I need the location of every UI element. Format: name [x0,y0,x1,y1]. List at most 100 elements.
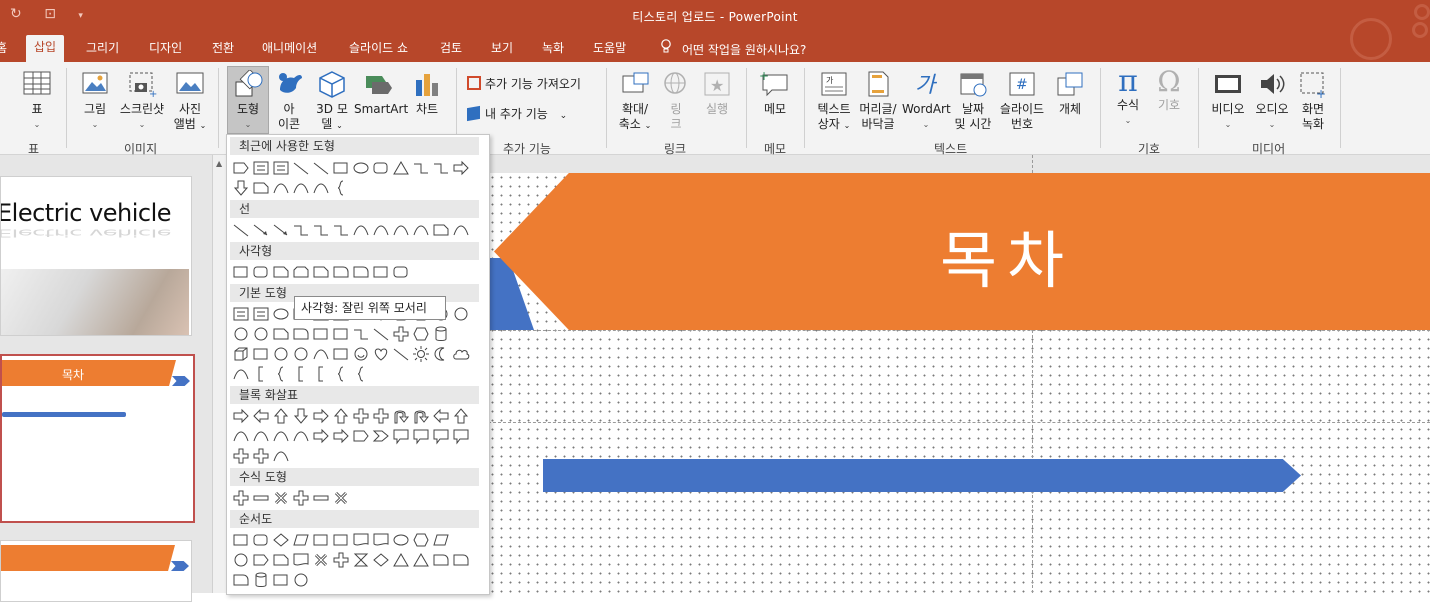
shapes-button[interactable]: 도형 ⌄ [227,66,269,134]
shape-snip-icon[interactable] [432,221,450,239]
shape-plus-icon[interactable] [232,489,250,507]
shape-sun-icon[interactable] [412,345,430,363]
shape-smile-icon[interactable] [352,345,370,363]
action-button[interactable]: ★ 실행 [700,70,734,117]
shape-snip-icon[interactable] [252,179,270,197]
shape-curve-icon[interactable] [272,447,290,465]
shape-plus-icon[interactable] [352,407,370,425]
content-blue-arrow[interactable] [543,459,1301,492]
shape-rect-icon[interactable] [332,531,350,549]
shape-darrow-icon[interactable] [232,179,250,197]
icons-button[interactable]: 아 이콘 [273,70,305,132]
shape-curve-icon[interactable] [412,221,430,239]
shape-rect-icon[interactable] [232,531,250,549]
shape-textbox-icon[interactable] [272,159,290,177]
shape-rect-icon[interactable] [332,345,350,363]
shape-mult-icon[interactable] [312,551,330,569]
shape-brace-icon[interactable] [352,365,370,383]
shape-arrowline-icon[interactable] [272,221,290,239]
tab-home[interactable]: 홈 [0,39,7,56]
shape-curve-icon[interactable] [392,221,410,239]
shape-rect-icon[interactable] [272,571,290,589]
shape-diamond-icon[interactable] [272,531,290,549]
shape-circle-icon[interactable] [452,305,470,323]
shape-brace-icon[interactable] [332,365,350,383]
shape-cloud-icon[interactable] [452,345,470,363]
shape-rrect-icon[interactable] [252,531,270,549]
shape-rarrow-icon[interactable] [312,427,330,445]
shape-rect-icon[interactable] [372,263,390,281]
screen-recording-button[interactable]: + 화면 녹화 [1296,70,1330,132]
shape-elbow-icon[interactable] [332,221,350,239]
shape-curve-icon[interactable] [232,427,250,445]
shape-rect-icon[interactable] [252,345,270,363]
shape-line-icon[interactable] [292,159,310,177]
shape-rect-icon[interactable] [312,531,330,549]
tab-transitions[interactable]: 전환 [212,39,234,56]
tab-record[interactable]: 녹화 [542,39,564,56]
shape-elbow-icon[interactable] [412,159,430,177]
shape-minus-icon[interactable] [252,489,270,507]
shape-uarrow-icon[interactable] [332,407,350,425]
shape-curve-icon[interactable] [312,179,330,197]
shape-para-icon[interactable] [432,531,450,549]
shape-textbox-icon[interactable] [252,159,270,177]
shape-arrowline-icon[interactable] [252,221,270,239]
shape-uturn-icon[interactable] [392,407,410,425]
shape-circle-icon[interactable] [292,571,310,589]
symbol-button[interactable]: Ω 기호 [1152,66,1186,113]
shape-moon-icon[interactable] [432,345,450,363]
shape-rarrow-icon[interactable] [332,427,350,445]
shape-elbow-icon[interactable] [432,159,450,177]
shape-circle-icon[interactable] [232,551,250,569]
my-addins-button[interactable]: 내 추가 기능 ⌄ [467,105,607,124]
shape-elbow-icon[interactable] [292,221,310,239]
photo-album-button[interactable]: 사진 앨범 ⌄ [172,70,208,133]
shape-rect-icon[interactable] [332,325,350,343]
tab-help[interactable]: 도움말 [593,39,626,56]
wordart-button[interactable]: 가 WordArt ⌄ [902,70,951,132]
shape-mult-icon[interactable] [332,489,350,507]
shape-rarrow-icon[interactable] [452,159,470,177]
shape-chevron-icon[interactable] [372,427,390,445]
shape-mult-icon[interactable] [272,489,290,507]
shape-oval-icon[interactable] [352,159,370,177]
shape-plus-icon[interactable] [232,447,250,465]
shape-callout-icon[interactable] [452,427,470,445]
shape-rarrow-icon[interactable] [232,407,250,425]
shape-elbow-icon[interactable] [312,221,330,239]
shape-doc-icon[interactable] [352,531,370,549]
shape-brace-icon[interactable] [272,365,290,383]
shape-rarrow-icon[interactable] [312,407,330,425]
shape-rrect-icon[interactable] [392,263,410,281]
shape-rrect-icon[interactable] [372,159,390,177]
textbox-button[interactable]: 가 텍스트 상자 ⌄ [812,70,856,133]
shape-curve-icon[interactable] [232,365,250,383]
shape-plus-icon[interactable] [252,447,270,465]
shape-brace-icon[interactable] [332,179,350,197]
shape-snip-icon[interactable] [272,325,290,343]
shape-bracket-icon[interactable] [312,365,330,383]
shape-round1-icon[interactable] [432,551,450,569]
shape-curve-icon[interactable] [452,221,470,239]
shape-circle-icon[interactable] [252,325,270,343]
shape-callout-icon[interactable] [412,427,430,445]
shape-tri-icon[interactable] [392,159,410,177]
link-button[interactable]: 링크 [660,70,692,132]
shape-circle-icon[interactable] [292,345,310,363]
slide-thumbnail-1[interactable]: Electric vehicle Electric vehicle [0,176,192,336]
tab-insert[interactable]: 삽입 [26,35,65,62]
scroll-up-icon[interactable]: ▲ [216,159,222,168]
shape-round1-icon[interactable] [232,571,250,589]
shape-textbox-icon[interactable] [232,305,250,323]
equation-button[interactable]: π 수식 ⌄ [1110,66,1146,128]
screenshot-button[interactable]: + 스크린샷 ⌄ [116,70,168,132]
shape-round1-icon[interactable] [332,263,350,281]
shape-topsnip-icon[interactable] [292,263,310,281]
shape-circle-icon[interactable] [272,345,290,363]
shape-rect-icon[interactable] [312,325,330,343]
shape-cyl-icon[interactable] [252,571,270,589]
shape-doc-icon[interactable] [372,531,390,549]
shape-curve-icon[interactable] [352,221,370,239]
shape-round1-icon[interactable] [352,263,370,281]
